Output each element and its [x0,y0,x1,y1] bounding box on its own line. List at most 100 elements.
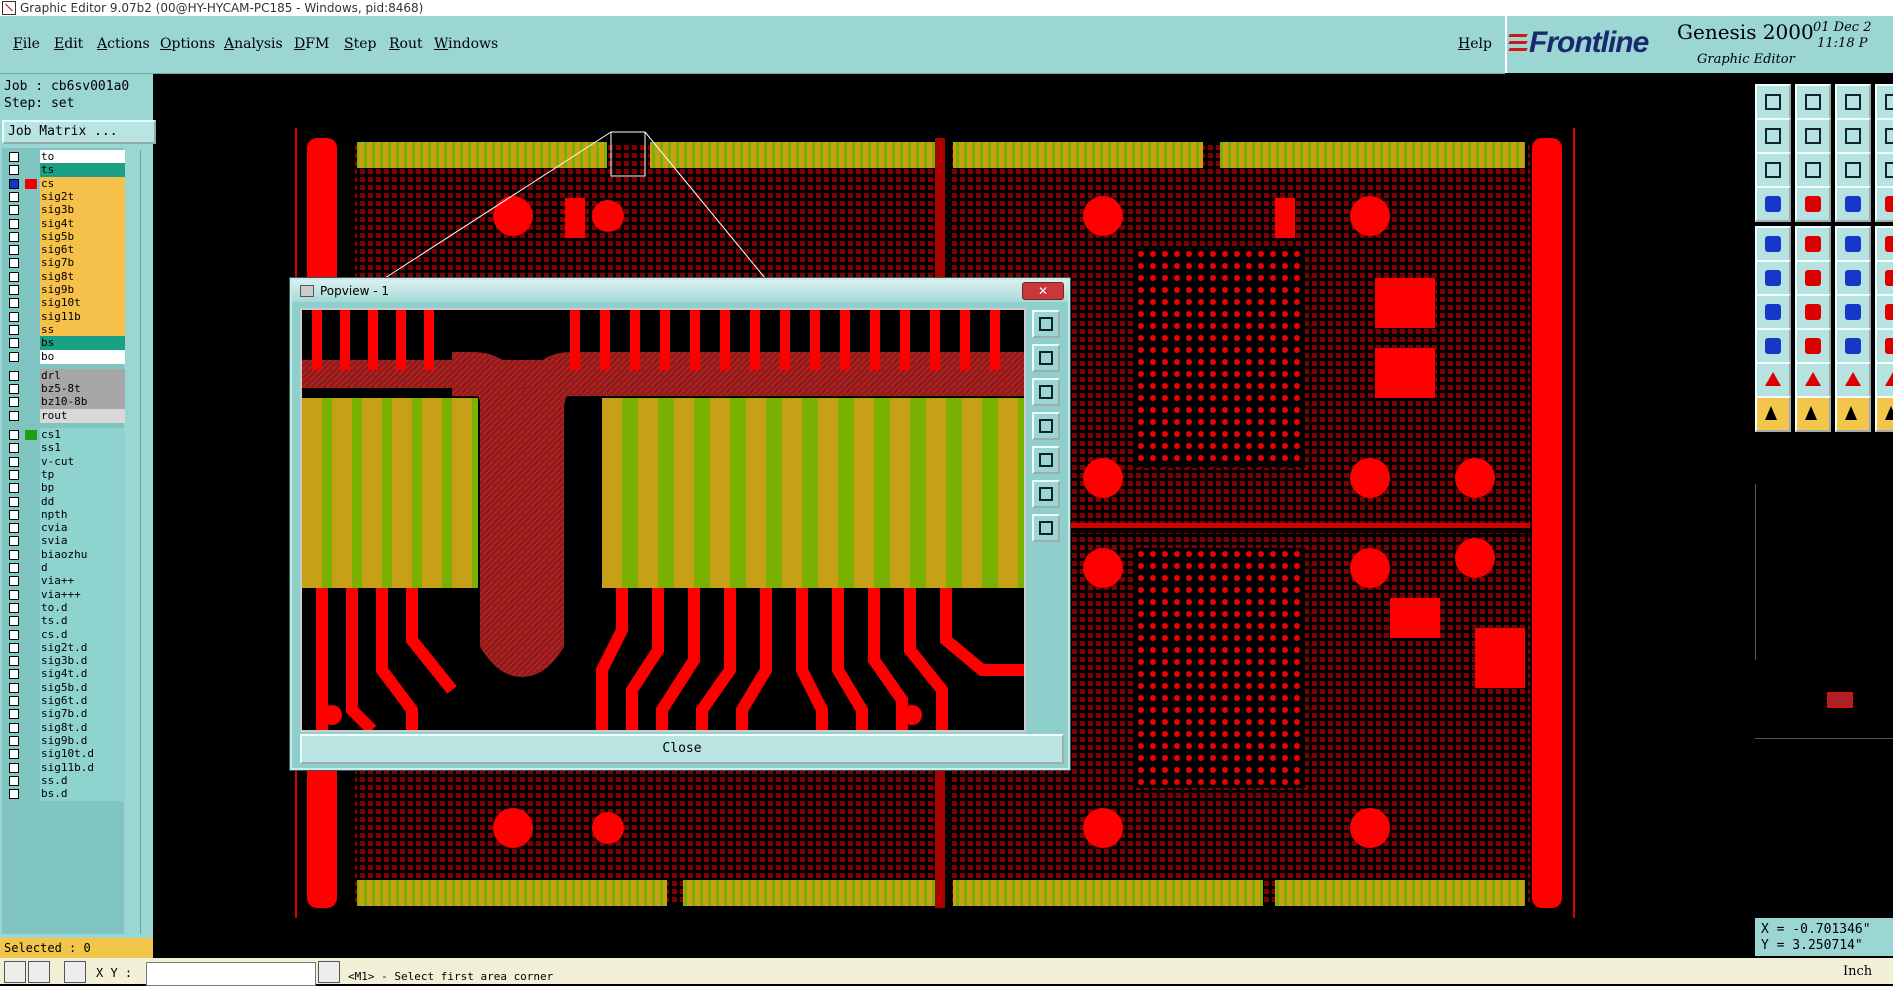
layer-row[interactable]: bz5-8t [2,382,125,397]
select-arrow-4-icon[interactable] [1875,396,1893,432]
connect-icon[interactable] [1755,260,1791,296]
horizontal-line-icon[interactable] [1795,328,1831,364]
popview-pan-left-icon[interactable] [1032,412,1060,440]
layer-checkbox[interactable] [9,589,19,600]
layer-checkbox[interactable] [9,231,19,242]
layer-checkbox[interactable] [9,789,19,800]
select-arrow-2-icon[interactable] [1795,396,1831,432]
layer-checkbox[interactable] [9,165,19,176]
layer-row[interactable]: bp [2,481,125,496]
menu-actions[interactable]: Actions [97,36,150,52]
layer-row[interactable]: via+++ [2,587,125,602]
layer-row[interactable]: drl [2,368,125,383]
triangle-label-icon[interactable] [1835,362,1871,398]
layer-checkbox[interactable] [9,338,19,349]
menu-step[interactable]: Step [344,36,376,52]
layer-checkbox[interactable] [9,218,19,229]
layer-checkbox[interactable] [9,563,19,573]
layer-row[interactable]: sig7b.d [2,707,125,722]
layer-checkbox[interactable] [9,656,19,667]
layer-checkbox[interactable] [9,324,19,335]
layer-checkbox[interactable] [9,762,19,773]
layer-row[interactable]: bo [2,349,125,364]
triangle-icon[interactable] [1755,362,1791,398]
layer-tool-icon[interactable] [1755,186,1791,222]
unit-label[interactable]: Inch [1843,964,1872,979]
layer-checkbox[interactable] [9,298,19,309]
layer-row[interactable]: dd [2,494,125,509]
box-icon[interactable] [1875,328,1893,364]
layer-checkbox[interactable] [9,775,19,786]
layer-row[interactable]: biaozhu [2,547,125,562]
layer-row[interactable]: via++ [2,574,125,589]
menu-windows[interactable]: Windows [434,36,498,52]
popview-zoom-in-icon[interactable] [1032,344,1060,372]
layer-checkbox[interactable] [9,271,19,282]
select-arrow-icon[interactable] [1755,396,1791,432]
layer-row[interactable]: tp [2,467,125,482]
layer-checkbox[interactable] [9,191,19,202]
layer-checkbox[interactable] [9,370,19,381]
layer-checkbox[interactable] [9,509,19,520]
zoom-home-icon[interactable] [1835,84,1871,120]
popview-zoom-out-icon[interactable] [1032,378,1060,406]
layer-checkbox[interactable] [9,351,19,362]
center-icon[interactable] [1795,152,1831,188]
layer-checkbox[interactable] [9,642,19,653]
layer-row[interactable]: v-cut [2,454,125,469]
pan-left-icon[interactable] [1755,118,1791,154]
pad-tool-icon[interactable] [1755,226,1791,262]
shape-icon[interactable] [1875,362,1893,398]
menu-file[interactable]: File [13,36,40,52]
panel-icon[interactable] [1875,294,1893,330]
layer-row[interactable]: sig8t [2,269,125,284]
layer-row[interactable]: sig4t.d [2,667,125,682]
grid-icon[interactable] [64,961,86,983]
ruler-icon[interactable] [1835,226,1871,262]
layer-row[interactable]: ss [2,322,125,337]
layer-row[interactable]: sig5b.d [2,680,125,695]
undo-arc-icon[interactable] [1835,294,1871,330]
layer-checkbox[interactable] [9,397,19,408]
measure-tool-icon[interactable] [1835,186,1871,222]
zoom-area-icon[interactable] [1875,152,1893,188]
menu-dfm[interactable]: DFM [294,36,329,52]
popview-center-icon[interactable] [1032,514,1060,542]
layer-checkbox[interactable] [9,749,19,760]
scale-1-2-icon[interactable] [1835,152,1871,188]
layer-row[interactable]: to.d [2,600,125,615]
layer-checkbox[interactable] [9,669,19,680]
fit-icon[interactable] [1755,152,1791,188]
layer-checkbox[interactable] [9,549,19,560]
zoom-extra-icon[interactable] [1875,84,1893,120]
layer-checkbox[interactable] [9,178,19,189]
layer-checkbox[interactable] [9,496,19,507]
layer-row[interactable]: cs [2,176,125,191]
layer-checkbox[interactable] [9,483,19,494]
rotate-icon[interactable] [1835,260,1871,296]
info-icon[interactable] [318,961,340,983]
point-icon[interactable] [1755,328,1791,364]
layer-checkbox[interactable] [9,735,19,746]
layer-checkbox[interactable] [9,311,19,322]
layer-row[interactable]: to [2,150,125,164]
layer-checkbox[interactable] [9,523,19,534]
layer-checkbox[interactable] [9,602,19,613]
move-point-icon[interactable] [1835,328,1871,364]
popview-title-bar[interactable]: Popview - 1 [292,280,1068,302]
layer-row[interactable]: sig9b.d [2,733,125,748]
popview-zoom-home-icon[interactable] [1032,310,1060,338]
layer-checkbox[interactable] [9,469,19,480]
menu-help[interactable]: Help [1458,36,1492,52]
layer-row[interactable]: bz10-8b [2,395,125,410]
redraw-icon[interactable] [1835,118,1871,154]
node-icon[interactable] [1875,260,1893,296]
layer-row[interactable]: npth [2,507,125,522]
layer-checkbox[interactable] [9,709,19,720]
layer-checkbox[interactable] [9,430,19,440]
measure-icon[interactable] [28,961,50,983]
menu-edit[interactable]: Edit [54,36,83,52]
layer-row[interactable]: sig11b.d [2,760,125,775]
layer-row[interactable]: sig6t.d [2,694,125,708]
line-tool-icon[interactable] [1795,186,1831,222]
